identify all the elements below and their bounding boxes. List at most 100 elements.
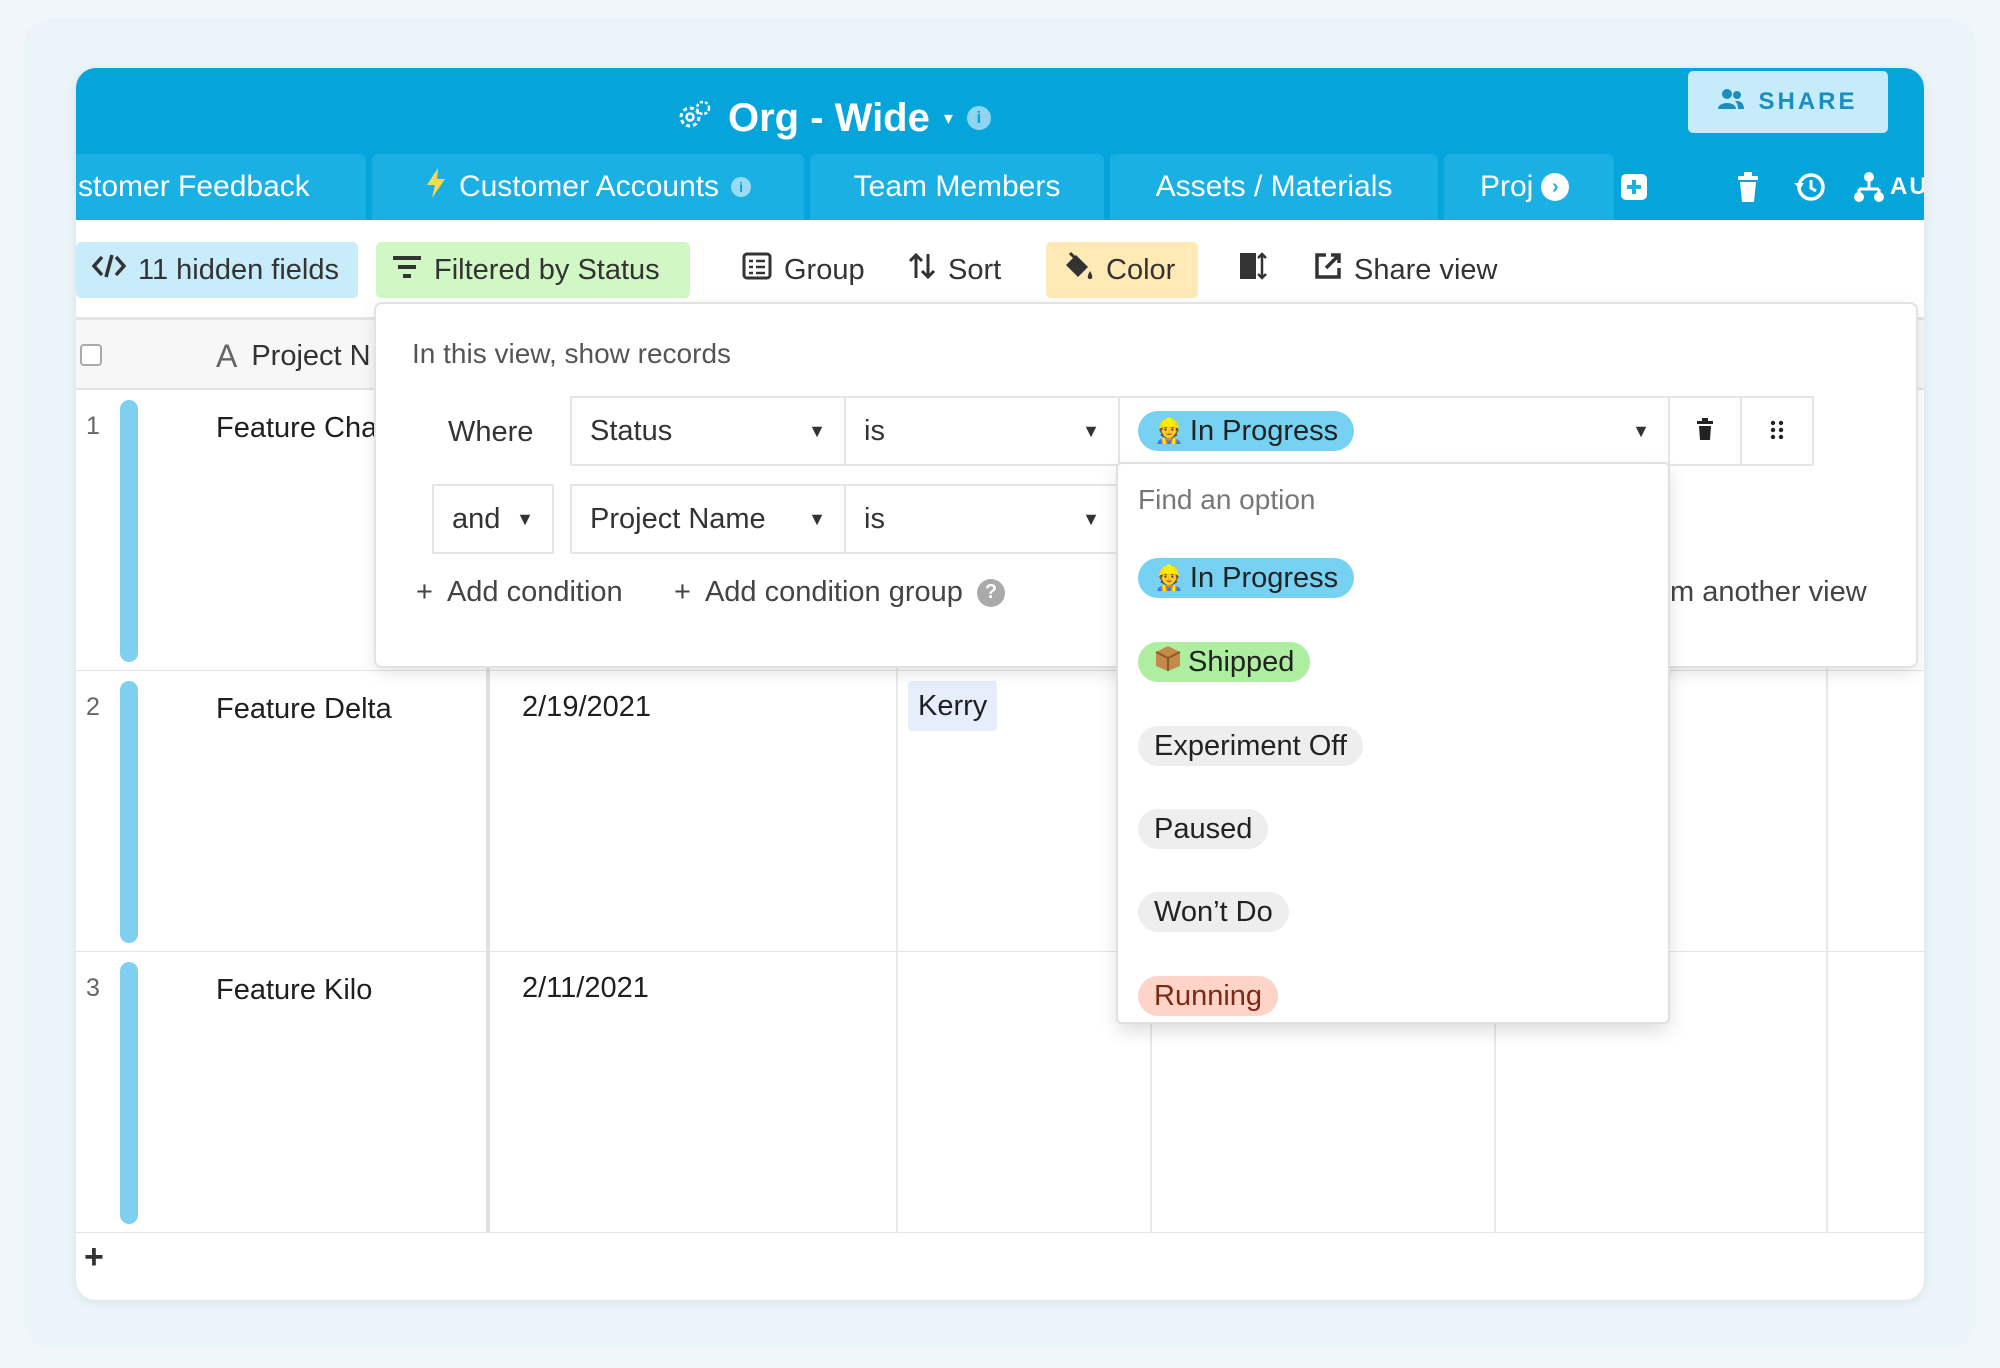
group-button[interactable]: Group	[726, 242, 881, 298]
status-chip: Shipped	[1138, 642, 1310, 682]
help-icon[interactable]: ?	[977, 579, 1005, 607]
add-record-button[interactable]: +	[84, 1238, 104, 1277]
option-label: Won’t Do	[1154, 896, 1273, 929]
condition-field-select[interactable]: Status ▼	[570, 396, 846, 466]
filter-button[interactable]: Filtered by Status	[376, 242, 690, 298]
project-name-cell[interactable]: Feature Kilo	[216, 974, 372, 1007]
automations-icon	[1854, 171, 1884, 203]
tab-label: Assets / Materials	[1156, 170, 1393, 204]
base-menu-chevron-icon[interactable]: ▾	[944, 108, 953, 129]
add-table-icon[interactable]	[1616, 169, 1652, 205]
hidden-fields-button[interactable]: 11 hidden fields	[76, 242, 358, 298]
row-height-button[interactable]	[1222, 242, 1284, 298]
option-running[interactable]: Running	[1138, 976, 1278, 1016]
group-icon	[742, 252, 772, 288]
option-label: In Progress	[1190, 562, 1338, 595]
record-color-bar	[120, 681, 138, 943]
select-all-checkbox[interactable]	[80, 344, 102, 366]
condition-operator-select[interactable]: is ▼	[844, 484, 1120, 554]
status-chip: Experiment Off	[1138, 726, 1363, 766]
date-cell[interactable]: 2/11/2021	[522, 972, 649, 1005]
tab-label: Team Members	[854, 170, 1061, 204]
hidden-fields-icon	[92, 253, 126, 287]
option-label: Experiment Off	[1154, 730, 1347, 763]
bolt-icon	[425, 168, 447, 206]
option-shipped[interactable]: Shipped	[1138, 642, 1310, 682]
top-bar: Org - Wide ▾ i SHARE stomer Feedback	[76, 68, 1924, 220]
select-value: is	[864, 503, 885, 536]
tab-projects[interactable]: Proj ›	[1444, 154, 1614, 220]
sort-button[interactable]: Sort	[892, 242, 1017, 298]
color-button[interactable]: Color	[1046, 242, 1198, 298]
add-condition-label: Add condition	[447, 576, 623, 609]
automations-button[interactable]: AUT	[1854, 169, 1924, 205]
tab-assets-materials[interactable]: Assets / Materials	[1110, 154, 1438, 220]
scroll-tabs-arrow-icon[interactable]: ›	[1541, 173, 1569, 201]
row-height-icon	[1238, 251, 1268, 289]
plus-icon: +	[416, 576, 433, 609]
table-tools: AUT	[1616, 154, 1924, 220]
app-window: Org - Wide ▾ i SHARE stomer Feedback	[76, 68, 1924, 1300]
select-value: is	[864, 415, 885, 448]
tab-info-icon[interactable]: i	[731, 177, 751, 197]
caret-down-icon: ▼	[1082, 421, 1100, 442]
tab-customer-feedback[interactable]: stomer Feedback	[76, 154, 366, 220]
row-number: 1	[86, 412, 100, 441]
caret-down-icon: ▼	[808, 421, 826, 442]
share-button[interactable]: SHARE	[1688, 71, 1888, 133]
tab-team-members[interactable]: Team Members	[810, 154, 1104, 220]
conjunction-select[interactable]: and ▼	[432, 484, 554, 554]
condition-value-select[interactable]: 👷 In Progress ▼	[1118, 396, 1670, 466]
collaborator-chip[interactable]: Kerry	[908, 681, 997, 731]
filter-icon	[392, 254, 422, 287]
copy-from-another-view-button[interactable]: m another view	[1670, 576, 1867, 609]
delete-condition-button[interactable]	[1668, 396, 1742, 466]
trash-icon	[1696, 415, 1714, 448]
find-option-input[interactable]: Find an option	[1138, 484, 1315, 516]
worker-emoji-icon: 👷	[1154, 417, 1184, 446]
history-icon[interactable]	[1792, 169, 1828, 205]
filter-label: Filtered by Status	[434, 254, 660, 287]
paint-bucket-icon	[1062, 251, 1094, 289]
drag-condition-handle[interactable]	[1740, 396, 1814, 466]
add-condition-group-label: Add condition group	[705, 576, 963, 609]
sort-icon	[908, 252, 936, 288]
base-info-icon[interactable]: i	[967, 106, 991, 130]
record-color-bar	[120, 400, 138, 662]
share-view-button[interactable]: Share view	[1298, 242, 1513, 298]
option-in-progress[interactable]: 👷 In Progress	[1138, 558, 1354, 598]
add-condition-button[interactable]: + Add condition	[416, 576, 623, 609]
column-header-label: Project N	[251, 340, 370, 373]
tab-customer-accounts[interactable]: Customer Accounts i	[372, 154, 804, 220]
date-cell[interactable]: 2/19/2021	[522, 691, 651, 724]
status-chip: Paused	[1138, 809, 1268, 849]
status-chip: Running	[1138, 976, 1278, 1016]
automations-label: AUT	[1890, 173, 1924, 201]
condition-field-select[interactable]: Project Name ▼	[570, 484, 846, 554]
base-title[interactable]: Org - Wide ▾ i	[676, 78, 991, 158]
status-chip: Won’t Do	[1138, 892, 1289, 932]
add-condition-group-button[interactable]: + Add condition group ?	[674, 576, 1005, 609]
text-field-icon: A	[216, 338, 237, 375]
option-label: Shipped	[1188, 646, 1294, 679]
tab-label: stomer Feedback	[78, 170, 310, 204]
share-view-icon	[1314, 252, 1342, 288]
column-header-project[interactable]: A Project N	[216, 338, 371, 375]
option-experiment-off[interactable]: Experiment Off	[1138, 726, 1363, 766]
tab-label: Proj	[1480, 170, 1533, 204]
sort-label: Sort	[948, 254, 1001, 287]
project-name-cell[interactable]: Feature Delta	[216, 693, 392, 726]
base-name: Org - Wide	[728, 96, 930, 141]
caret-down-icon: ▼	[808, 509, 826, 530]
option-wont-do[interactable]: Won’t Do	[1138, 892, 1289, 932]
trash-icon[interactable]	[1730, 169, 1766, 205]
filter-heading: In this view, show records	[412, 338, 731, 370]
color-label: Color	[1106, 254, 1175, 287]
project-name-cell[interactable]: Feature Cha	[216, 412, 377, 445]
tab-label: Customer Accounts	[459, 170, 719, 204]
record-color-bar	[120, 962, 138, 1224]
plus-icon: +	[674, 576, 691, 609]
condition-operator-select[interactable]: is ▼	[844, 396, 1120, 466]
option-paused[interactable]: Paused	[1138, 809, 1268, 849]
package-icon	[1154, 644, 1182, 680]
